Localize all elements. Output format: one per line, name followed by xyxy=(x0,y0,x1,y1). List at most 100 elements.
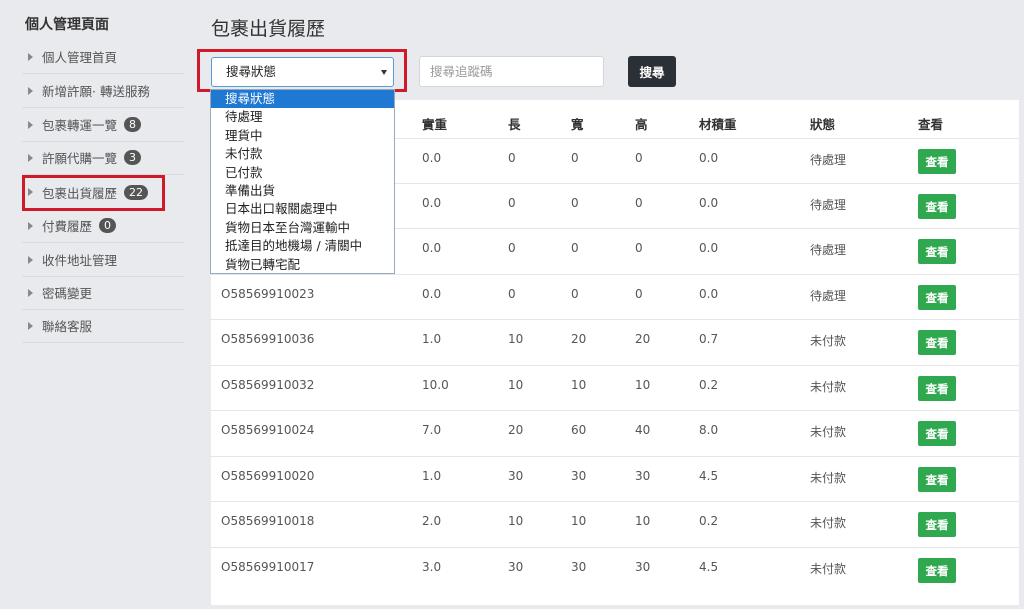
caret-right-icon xyxy=(28,321,33,330)
sidebar-item-label: 個人管理首頁 xyxy=(42,50,118,65)
cell-width: 0 xyxy=(571,241,579,255)
search-button[interactable]: 搜尋 xyxy=(628,56,676,87)
dropdown-option[interactable]: 理貨中 xyxy=(211,127,394,145)
dropdown-option[interactable]: 未付款 xyxy=(211,145,394,163)
view-button[interactable]: 查看 xyxy=(918,239,956,264)
sidebar-item-label: 收件地址管理 xyxy=(42,253,118,268)
cell-length: 30 xyxy=(508,560,524,574)
cell-id: O58569910017 xyxy=(221,560,315,574)
cell-status: 待處理 xyxy=(810,198,847,212)
cell-id: O58569910024 xyxy=(221,423,315,437)
dropdown-option[interactable]: 已付款 xyxy=(211,164,394,182)
cell-height: 10 xyxy=(635,514,651,528)
cell-length: 10 xyxy=(508,378,524,392)
sidebar-item-label: 聯絡客服 xyxy=(42,319,93,334)
cell-status: 待處理 xyxy=(810,289,847,303)
cell-weight: 1.0 xyxy=(422,469,442,483)
view-button[interactable]: 查看 xyxy=(918,512,956,537)
view-button[interactable]: 查看 xyxy=(918,421,956,446)
cell-status: 未付款 xyxy=(810,425,847,439)
status-select[interactable]: 搜尋狀態 xyxy=(211,57,394,87)
table-row: O58569910032 10.0 10 10 10 0.2 未付款 查看 xyxy=(211,365,1019,410)
cell-volume: 8.0 xyxy=(699,423,719,437)
cell-volume: 0.2 xyxy=(699,378,719,392)
cell-height: 0 xyxy=(635,196,643,210)
caret-right-icon xyxy=(28,221,33,230)
cell-length: 10 xyxy=(508,514,524,528)
dropdown-option[interactable]: 搜尋狀態 xyxy=(211,90,394,109)
cell-status: 未付款 xyxy=(810,471,847,485)
dropdown-option[interactable]: 待處理 xyxy=(211,108,394,126)
cell-status: 未付款 xyxy=(810,562,847,576)
sidebar-item-label: 密碼變更 xyxy=(42,286,93,301)
sidebar-item-payment-history[interactable]: 付費履歷 0 xyxy=(22,209,184,243)
cell-width: 0 xyxy=(571,287,579,301)
dropdown-option[interactable]: 抵達目的地機場 / 清關中 xyxy=(211,237,394,255)
status-dropdown-list: 搜尋狀態 待處理 理貨中 未付款 已付款 準備出貨 日本出口報關處理中 貨物日本… xyxy=(210,89,395,274)
count-badge: 0 xyxy=(99,218,117,233)
cell-width: 60 xyxy=(571,423,587,437)
sidebar-item-label: 新增許願· 轉送服務 xyxy=(42,84,150,99)
cell-volume: 0.2 xyxy=(699,514,719,528)
view-button[interactable]: 查看 xyxy=(918,558,956,583)
sidebar-item-address-management[interactable]: 收件地址管理 xyxy=(22,243,184,277)
sidebar-item-home[interactable]: 個人管理首頁 xyxy=(22,40,184,74)
table-row: O58569910024 7.0 20 60 40 8.0 未付款 查看 xyxy=(211,410,1019,455)
dropdown-option[interactable]: 貨物日本至台灣運輸中 xyxy=(211,219,394,237)
cell-status: 未付款 xyxy=(810,380,847,394)
cell-width: 20 xyxy=(571,332,587,346)
cell-width: 10 xyxy=(571,514,587,528)
sidebar-item-customer-service[interactable]: 聯絡客服 xyxy=(22,309,184,343)
dropdown-option[interactable]: 準備出貨 xyxy=(211,182,394,200)
view-button[interactable]: 查看 xyxy=(918,194,956,219)
sidebar-item-parcel-transfer[interactable]: 包裹轉運一覽 8 xyxy=(22,108,184,142)
cell-volume: 0.7 xyxy=(699,332,719,346)
cell-length: 0 xyxy=(508,151,516,165)
cell-weight: 2.0 xyxy=(422,514,442,528)
cell-width: 30 xyxy=(571,469,587,483)
cell-volume: 4.5 xyxy=(699,469,719,483)
cell-height: 0 xyxy=(635,287,643,301)
cell-height: 0 xyxy=(635,151,643,165)
dropdown-option[interactable]: 貨物已轉宅配 xyxy=(211,256,394,274)
cell-volume: 0.0 xyxy=(699,151,719,165)
table-row: O58569910018 2.0 10 10 10 0.2 未付款 查看 xyxy=(211,501,1019,546)
cell-length: 0 xyxy=(508,196,516,210)
cell-status: 待處理 xyxy=(810,153,847,167)
view-button[interactable]: 查看 xyxy=(918,376,956,401)
sidebar-item-password-change[interactable]: 密碼變更 xyxy=(22,276,184,310)
view-button[interactable]: 查看 xyxy=(918,330,956,355)
sidebar: 個人管理頁面 個人管理首頁 新增許願· 轉送服務 包裹轉運一覽 8 許願代購一覽… xyxy=(0,0,190,609)
header-weight: 實重 xyxy=(422,117,448,132)
dropdown-option[interactable]: 日本出口報關處理中 xyxy=(211,200,394,218)
cell-weight: 0.0 xyxy=(422,151,442,165)
cell-status: 未付款 xyxy=(810,334,847,348)
sidebar-item-label: 許願代購一覽 xyxy=(42,151,118,166)
caret-right-icon xyxy=(28,255,33,264)
view-button[interactable]: 查看 xyxy=(918,285,956,310)
header-view: 查看 xyxy=(918,117,944,132)
cell-id: O58569910020 xyxy=(221,469,315,483)
page-title: 包裹出貨履歷 xyxy=(211,18,326,40)
caret-right-icon xyxy=(28,52,33,61)
cell-id: O58569910018 xyxy=(221,514,315,528)
cell-length: 10 xyxy=(508,332,524,346)
sidebar-item-wish-purchase[interactable]: 許願代購一覽 3 xyxy=(22,141,184,175)
sidebar-item-new-request[interactable]: 新增許願· 轉送服務 xyxy=(22,74,184,108)
cell-volume: 0.0 xyxy=(699,196,719,210)
cell-weight: 10.0 xyxy=(422,378,449,392)
view-button[interactable]: 查看 xyxy=(918,149,956,174)
cell-status: 待處理 xyxy=(810,243,847,257)
status-select-value: 搜尋狀態 xyxy=(226,64,277,79)
cell-height: 0 xyxy=(635,241,643,255)
highlight-box-sidebar xyxy=(22,175,165,211)
header-width: 寬 xyxy=(571,117,584,132)
cell-status: 未付款 xyxy=(810,516,847,530)
cell-volume: 0.0 xyxy=(699,287,719,301)
cell-height: 10 xyxy=(635,378,651,392)
view-button[interactable]: 查看 xyxy=(918,467,956,492)
count-badge: 8 xyxy=(124,117,142,132)
table-row: O58569910036 1.0 10 20 20 0.7 未付款 查看 xyxy=(211,319,1019,364)
cell-height: 30 xyxy=(635,469,651,483)
tracking-search-input[interactable] xyxy=(419,56,604,87)
